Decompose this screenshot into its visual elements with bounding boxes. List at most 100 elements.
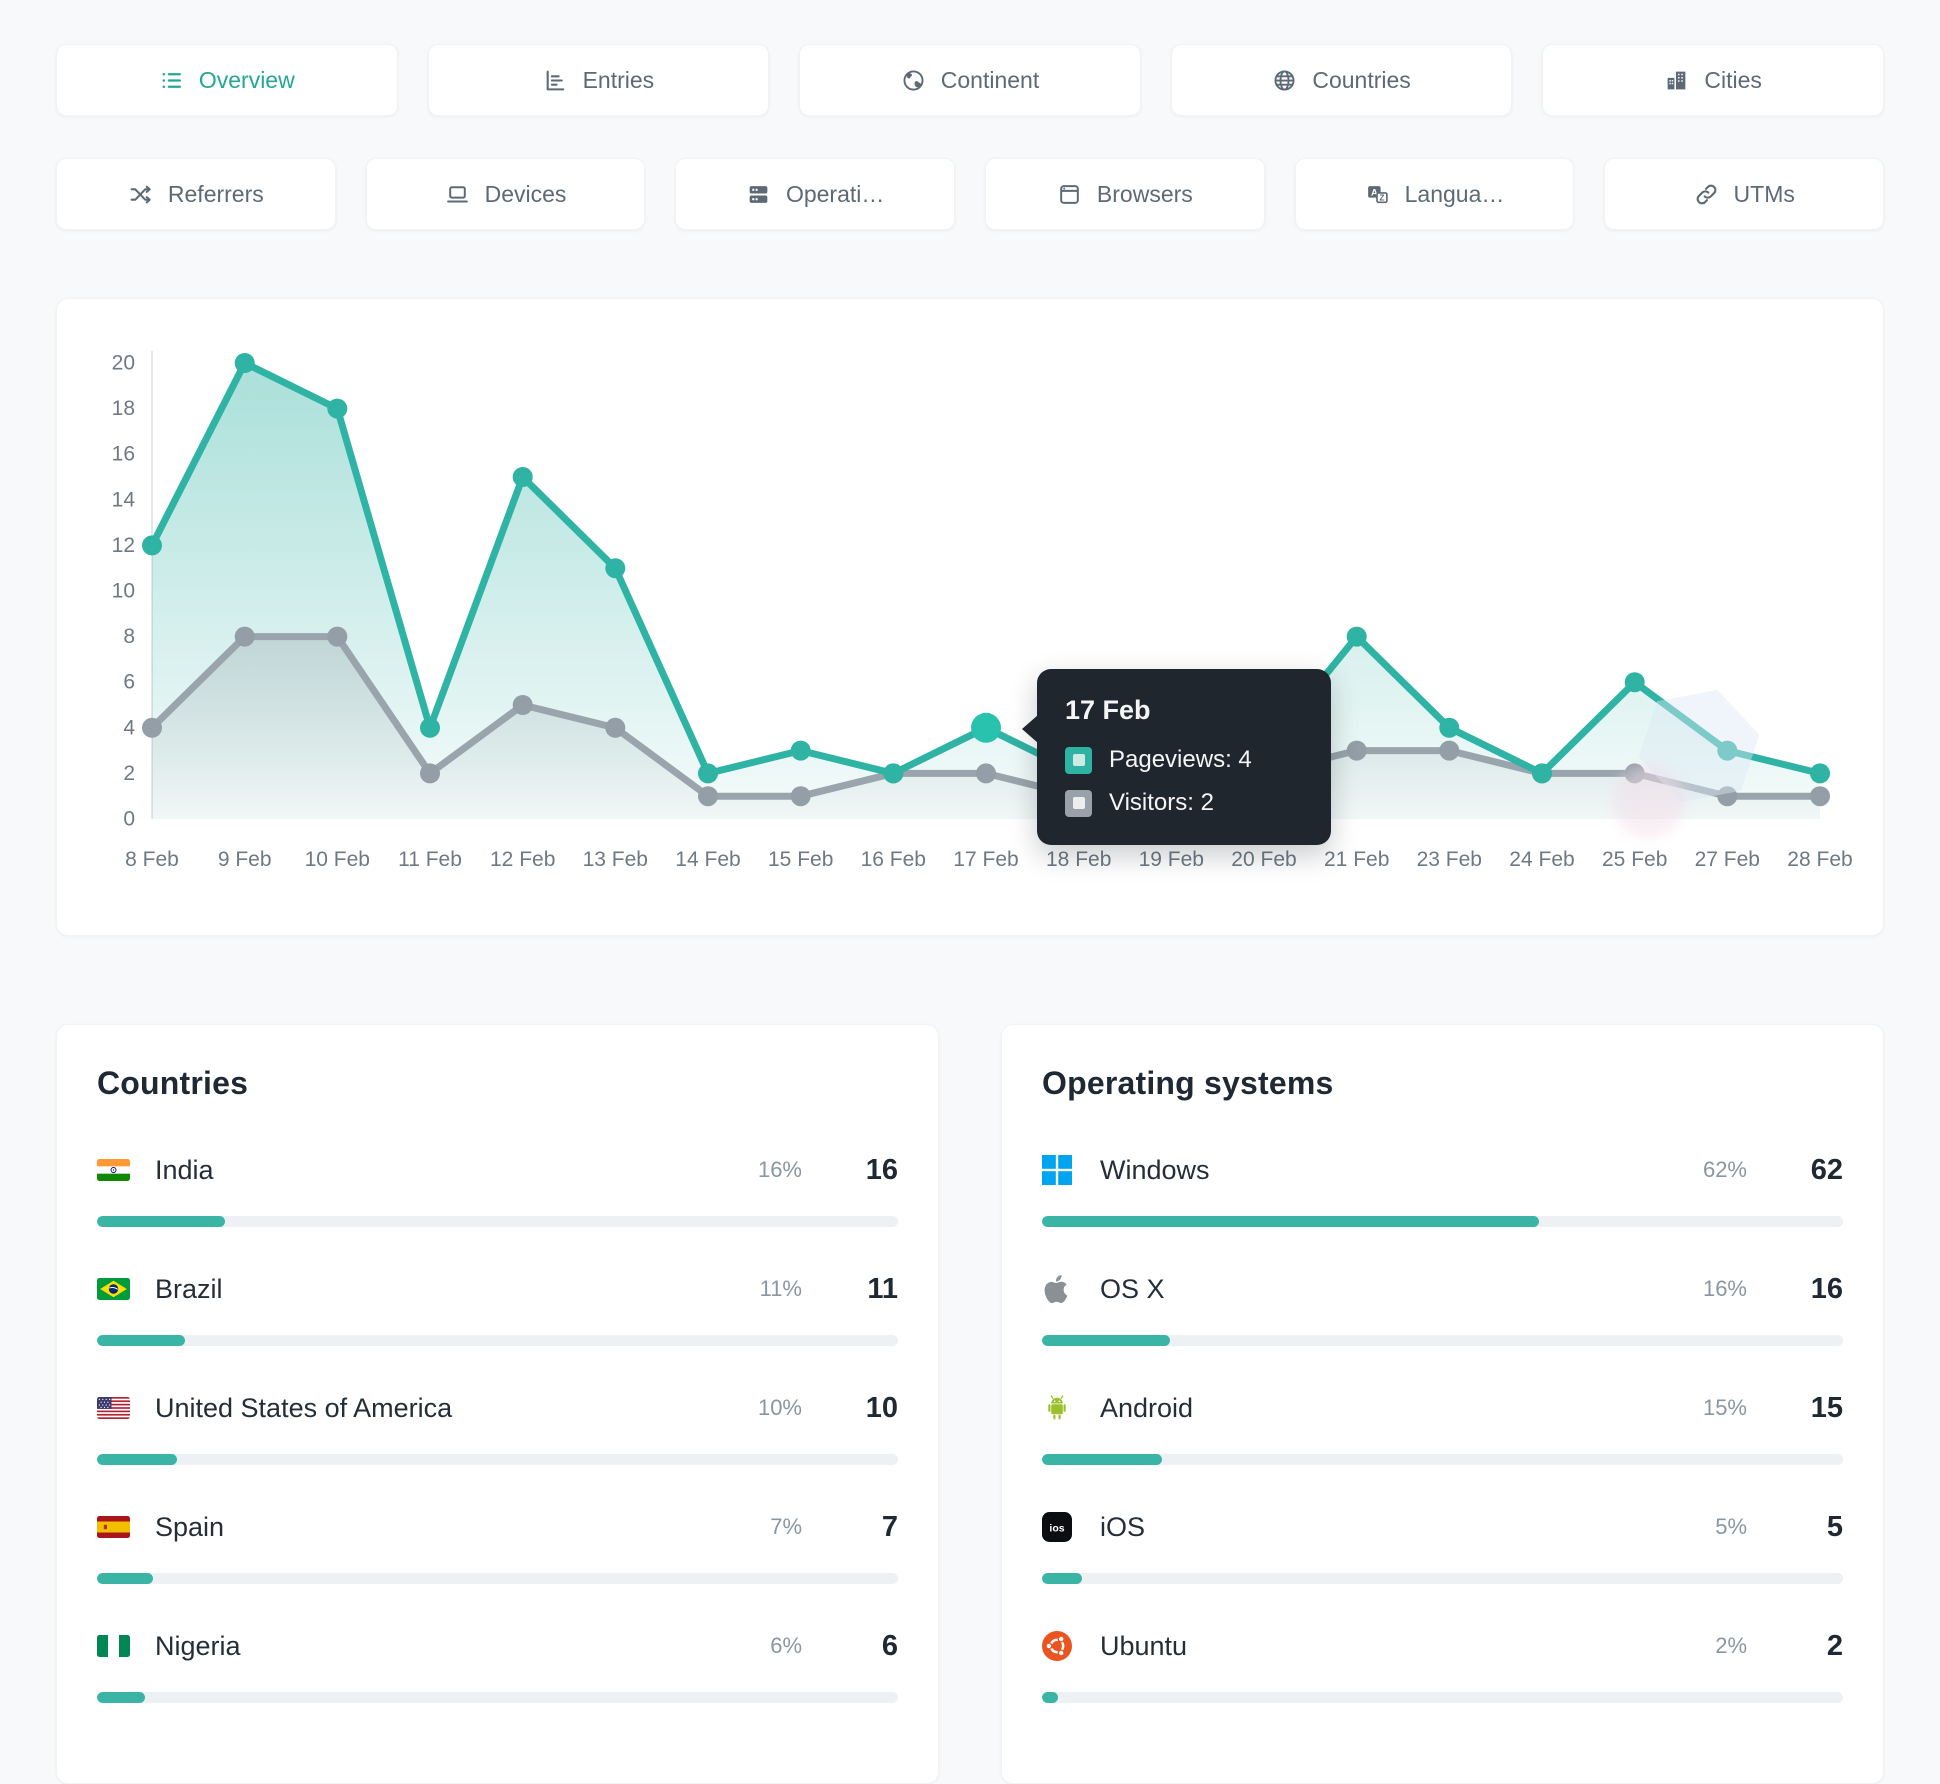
stat-row-nigeria: Nigeria 6% 6 — [97, 1626, 898, 1703]
svg-text:13 Feb: 13 Feb — [583, 848, 648, 871]
tab-label: Devices — [484, 180, 567, 207]
svg-text:10: 10 — [112, 580, 135, 603]
tab-entries[interactable]: Entries — [427, 44, 770, 116]
stat-percent: 7% — [770, 1514, 802, 1539]
nigeria-flag — [97, 1631, 131, 1661]
stat-row-ubuntu: Ubuntu 2% 2 — [1042, 1626, 1843, 1703]
stat-bar-fill — [97, 1335, 186, 1346]
stat-percent: 5% — [1715, 1514, 1747, 1539]
svg-text:15 Feb: 15 Feb — [768, 848, 833, 871]
stat-row-ios: ios iOS 5% 5 — [1042, 1507, 1843, 1584]
tooltip-visitors-text: Visitors: 2 — [1109, 789, 1214, 816]
tab-browsers[interactable]: Browsers — [985, 158, 1265, 230]
stat-bar-track — [1042, 1335, 1843, 1346]
tab-label: Entries — [582, 66, 655, 93]
stat-bar-fill — [97, 1692, 146, 1703]
tab-langua[interactable]: A Z Langua… — [1294, 158, 1575, 230]
stat-bar-fill — [1042, 1335, 1171, 1346]
svg-text:12 Feb: 12 Feb — [490, 848, 555, 871]
tab-operati[interactable]: Operati… — [675, 158, 956, 230]
svg-text:27 Feb: 27 Feb — [1695, 848, 1760, 871]
svg-text:6: 6 — [123, 671, 135, 694]
svg-text:11 Feb: 11 Feb — [398, 848, 462, 871]
apple-icon — [1042, 1274, 1076, 1304]
tab-referrers[interactable]: Referrers — [56, 158, 336, 230]
ios-icon: ios — [1042, 1512, 1076, 1542]
svg-text:18 Feb: 18 Feb — [1046, 848, 1111, 871]
stat-name: OS X — [1100, 1273, 1165, 1304]
laptop-icon — [445, 182, 470, 207]
svg-text:Z: Z — [1379, 192, 1384, 202]
stat-percent: 11% — [759, 1276, 802, 1301]
tab-label: Langua… — [1404, 180, 1505, 207]
stat-value: 16 — [1810, 1272, 1843, 1305]
tooltip-caret — [1022, 715, 1038, 743]
svg-text:20: 20 — [112, 352, 135, 375]
stat-name: Windows — [1100, 1154, 1210, 1185]
stat-name: iOS — [1100, 1511, 1146, 1542]
stat-value: 5 — [1826, 1510, 1843, 1543]
stat-bar-track — [97, 1454, 898, 1465]
svg-text:9 Feb: 9 Feb — [218, 848, 272, 871]
stat-bar-fill — [97, 1216, 226, 1227]
brazil-flag — [97, 1274, 131, 1304]
svg-text:14: 14 — [112, 488, 136, 511]
stat-bar-fill — [97, 1573, 154, 1584]
svg-text:16 Feb: 16 Feb — [861, 848, 926, 871]
stat-name: Ubuntu — [1100, 1630, 1188, 1661]
server-icon — [746, 182, 771, 207]
stat-row-india: India 16% 16 — [97, 1150, 898, 1227]
stat-row-spain: Spain 7% 7 — [97, 1507, 898, 1584]
tab-countries[interactable]: Countries — [1170, 44, 1513, 116]
stat-value: 6 — [881, 1629, 898, 1662]
traffic-chart-card: 0 2 4 6 8 10 12 14 16 18 20 8 Feb 9 Feb 10 Feb 11 Feb 1… — [56, 298, 1884, 936]
list-icon — [159, 68, 184, 93]
stat-bar-track — [1042, 1216, 1843, 1227]
svg-text:20 Feb: 20 Feb — [1231, 848, 1296, 871]
tab-cities[interactable]: Cities — [1542, 44, 1884, 116]
stat-value: 11 — [867, 1272, 898, 1305]
stats-panels: Countries India 16% 16 Brazil 11% 11 United Sta… — [56, 1024, 1884, 1784]
shuffle-icon — [128, 182, 153, 207]
tooltip-pageviews-text: Pageviews: 4 — [1109, 746, 1252, 773]
svg-text:23 Feb: 23 Feb — [1417, 848, 1482, 871]
link-icon — [1694, 182, 1719, 207]
tab-devices[interactable]: Devices — [365, 158, 646, 230]
tab-row-primary: Overview Entries Continent Countries Cities — [56, 44, 1884, 116]
tab-label: Continent — [940, 66, 1040, 93]
tab-utms[interactable]: UTMs — [1604, 158, 1885, 230]
stat-value: 15 — [1810, 1391, 1843, 1424]
stat-name: United States of America — [155, 1392, 453, 1423]
panel-countries: Countries India 16% 16 Brazil 11% 11 United Sta… — [56, 1024, 939, 1784]
panel-title: Operating systems — [1042, 1065, 1334, 1101]
stat-row-android: Android 15% 15 — [1042, 1388, 1843, 1465]
tab-label: Countries — [1312, 66, 1411, 93]
tab-overview[interactable]: Overview — [56, 44, 398, 116]
stat-value: 62 — [1810, 1153, 1843, 1186]
browser-icon — [1057, 182, 1082, 207]
windows-icon — [1042, 1155, 1076, 1185]
spain-flag — [97, 1512, 131, 1542]
city-icon — [1664, 68, 1689, 93]
tooltip-visitors-row: Visitors: 2 — [1065, 789, 1303, 817]
svg-text:21 Feb: 21 Feb — [1324, 848, 1389, 871]
ubuntu-icon — [1042, 1631, 1076, 1661]
svg-text:28 Feb: 28 Feb — [1787, 848, 1852, 871]
stat-value: 10 — [865, 1391, 898, 1424]
stat-bar-track — [1042, 1573, 1843, 1584]
stat-percent: 2% — [1715, 1633, 1747, 1658]
svg-text:8 Feb: 8 Feb — [125, 848, 179, 871]
tooltip-pageviews-row: Pageviews: 4 — [1065, 746, 1303, 774]
tab-label: Referrers — [167, 180, 264, 207]
traffic-chart[interactable]: 0 2 4 6 8 10 12 14 16 18 20 8 Feb 9 Feb 10 Feb 11 Feb 1… — [57, 299, 1883, 899]
stat-percent: 62% — [1702, 1157, 1747, 1182]
tab-label: Operati… — [785, 180, 885, 207]
stat-bar-fill — [97, 1454, 178, 1465]
stat-row-united-states-of-america: United States of America 10% 10 — [97, 1388, 898, 1465]
svg-text:14 Feb: 14 Feb — [675, 848, 740, 871]
continent-icon — [901, 68, 926, 93]
ranking-icon — [543, 68, 568, 93]
tab-continent[interactable]: Continent — [799, 44, 1141, 116]
stat-percent: 16% — [1702, 1276, 1747, 1301]
globe-icon — [1272, 68, 1297, 93]
